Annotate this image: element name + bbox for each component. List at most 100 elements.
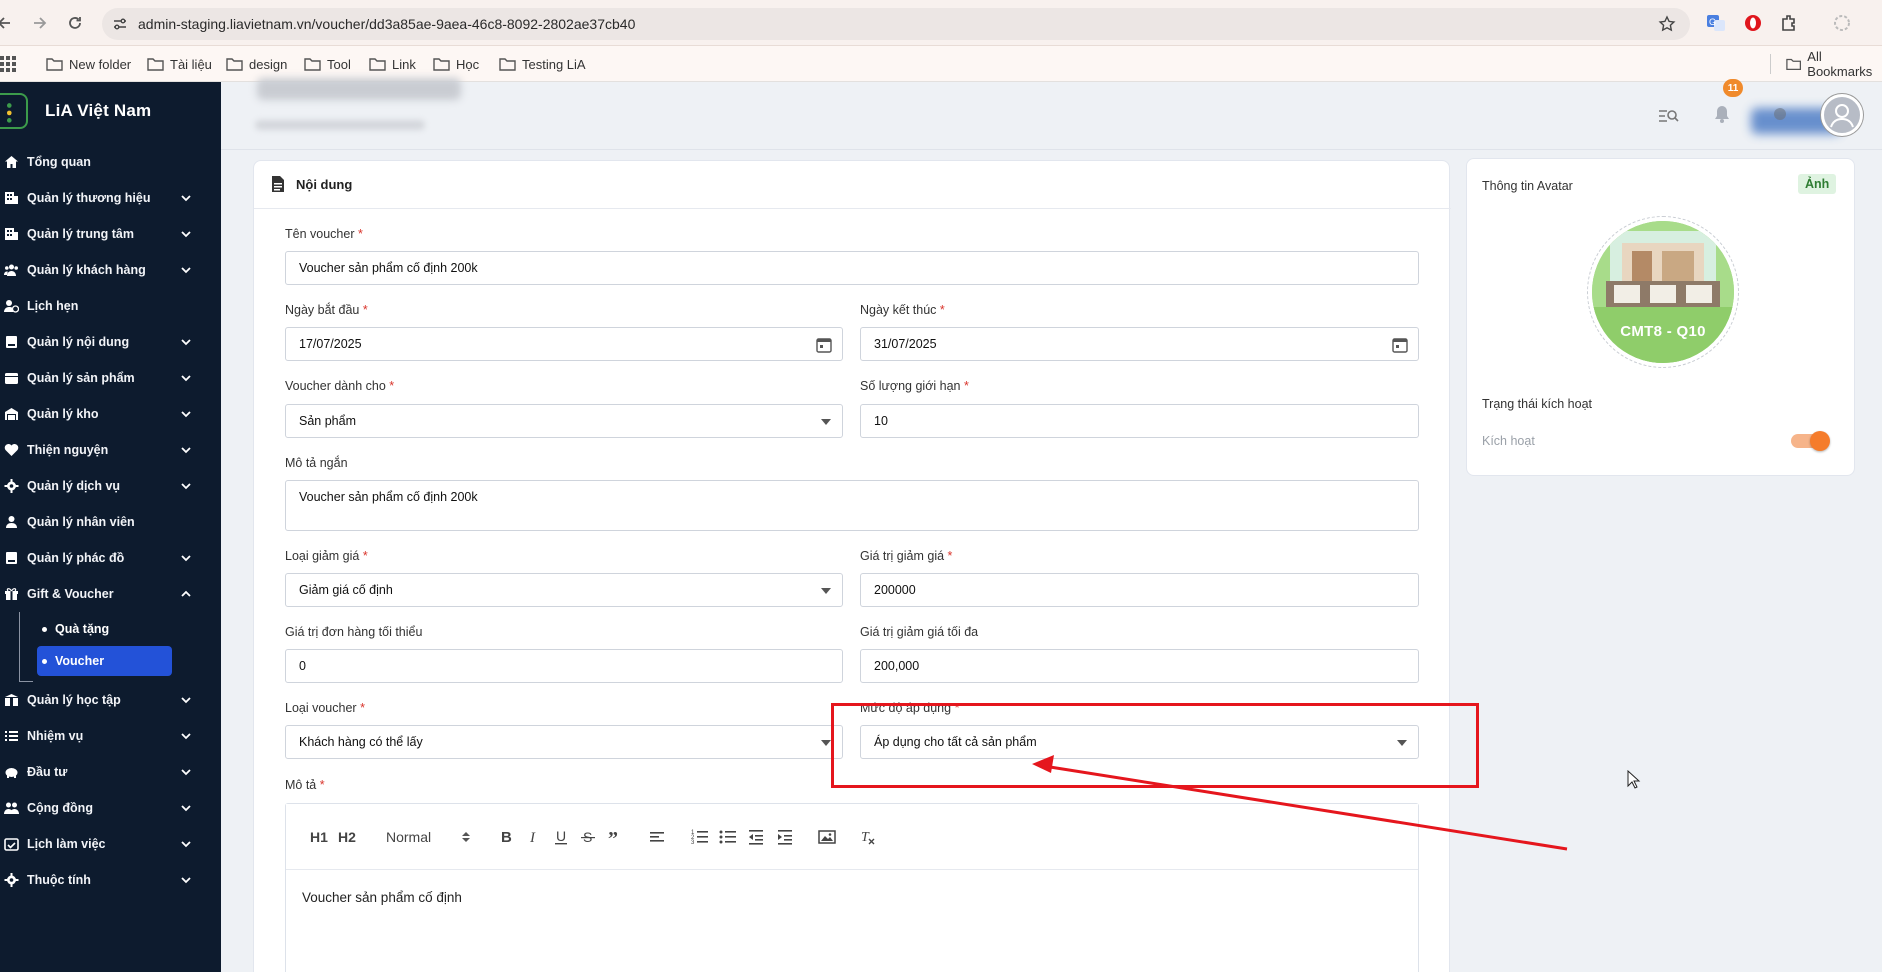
start-date-input[interactable]: 17/07/2025 [285, 327, 843, 361]
bookmark-folder[interactable]: Tool [304, 46, 351, 82]
bookmark-folder[interactable]: Link [369, 46, 416, 82]
heading2-button[interactable]: H2 [338, 826, 356, 848]
target-select[interactable]: Sản phẩm [285, 404, 843, 438]
chevron-down-icon [181, 195, 191, 202]
sidebar-item-san-pham[interactable]: Quản lý sản phẩm [0, 360, 221, 396]
address-bar[interactable]: admin-staging.liavietnam.vn/voucher/dd3a… [102, 8, 1690, 40]
updown-caret-icon [462, 832, 470, 842]
limit-input[interactable]: 10 [860, 404, 1419, 438]
sidebar-subitem-voucher[interactable]: Voucher [37, 646, 172, 676]
bookmark-label: Tài liệu [170, 56, 212, 72]
short-desc-label: Mô tả ngắn [285, 456, 348, 470]
end-date-input[interactable]: 31/07/2025 [860, 327, 1419, 361]
underline-button[interactable]: U [552, 826, 570, 848]
sidebar-item-label: Thuộc tính [27, 873, 91, 887]
sidebar-item-dich-vu[interactable]: Quản lý dịch vụ [0, 468, 221, 504]
sidebar-item-nhiem-vu[interactable]: Nhiệm vụ [0, 718, 221, 754]
sidebar-item-hoc-tap[interactable]: Quản lý học tập [0, 682, 221, 718]
sidebar-item-cong-dong[interactable]: Cộng đồng [0, 790, 221, 826]
label-text: Giá trị đơn hàng tối thiểu [285, 625, 423, 639]
bookmark-folder[interactable]: Tài liệu [147, 46, 212, 82]
book-icon [6, 552, 17, 564]
sidebar-item-lich-hen[interactable]: Lịch hẹn [0, 288, 221, 324]
voucher-name-input[interactable]: Voucher sản phẩm cố định 200k [285, 251, 1419, 285]
bookmark-star-icon[interactable] [1658, 15, 1676, 33]
clear-format-button[interactable]: T [859, 826, 877, 848]
sidebar-item-thuoc-tinh[interactable]: Thuộc tính [0, 862, 221, 898]
sidebar-item-trung-tam[interactable]: Quản lý trung tâm [0, 216, 221, 252]
user-avatar[interactable] [1821, 94, 1863, 136]
bold-icon: B [501, 829, 512, 846]
sidebar-item-gift-voucher[interactable]: Gift & Voucher [0, 576, 221, 612]
calendar-icon[interactable] [816, 337, 832, 353]
max-discount-input[interactable]: 200,000 [860, 649, 1419, 683]
bold-button[interactable]: B [497, 826, 515, 848]
font-size-select[interactable]: Normal [386, 826, 472, 848]
sidebar-item-nhan-vien[interactable]: Quản lý nhân viên [0, 504, 221, 540]
folder-icon [226, 58, 243, 71]
clear-format-icon: T [861, 830, 875, 845]
sidebar-subitem-label: Voucher [55, 654, 105, 668]
bookmark-folder[interactable]: Học [433, 46, 479, 82]
sidebar-item-tong-quan[interactable]: Tổng quan [0, 144, 221, 180]
outdent-icon [749, 830, 763, 845]
search-list-icon[interactable] [1657, 106, 1679, 126]
quote-icon: ” [608, 828, 618, 846]
active-toggle[interactable] [1791, 431, 1830, 451]
translate-icon[interactable]: G [1706, 13, 1726, 33]
italic-button[interactable]: I [525, 826, 543, 848]
apps-grid-icon[interactable] [0, 56, 16, 72]
caret-down-icon [821, 588, 831, 594]
indent-button[interactable] [776, 826, 794, 848]
discount-value-input[interactable]: 200000 [860, 573, 1419, 607]
heading1-button[interactable]: H1 [310, 826, 328, 848]
name-label: Tên voucher * [285, 227, 363, 241]
outdent-button[interactable] [747, 826, 765, 848]
editor-content[interactable]: Voucher sản phẩm cố định [302, 890, 462, 905]
min-order-input[interactable]: 0 [285, 649, 843, 683]
sidebar-item-noi-dung[interactable]: Quản lý nội dung [0, 324, 221, 360]
bookmark-folder[interactable]: New folder [46, 46, 131, 82]
calendar-icon[interactable] [1392, 337, 1408, 353]
sidebar-item-thien-nguyen[interactable]: Thiện nguyện [0, 432, 221, 468]
chevron-down-icon [181, 733, 191, 740]
bell-icon[interactable] [1711, 104, 1733, 124]
bullet-list-button[interactable] [719, 826, 737, 848]
image-button[interactable] [818, 826, 836, 848]
align-button[interactable] [648, 826, 666, 848]
discount-type-select[interactable]: Giảm giá cố định [285, 573, 843, 607]
sidebar-subitem-qua-tang[interactable]: Quà tặng [37, 614, 172, 644]
bookmark-folder[interactable]: Testing LiA [499, 46, 586, 82]
sidebar-item-thuong-hieu[interactable]: Quản lý thương hiệu [0, 180, 221, 216]
short-desc-textarea[interactable]: Voucher sản phẩm cố định 200k [285, 480, 1419, 531]
voucher-type-label: Loại voucher * [285, 701, 365, 715]
settings-icon[interactable] [1769, 104, 1791, 124]
ordered-list-button[interactable]: 123 [691, 826, 709, 848]
back-icon[interactable] [0, 14, 14, 32]
extensions-icon[interactable] [1779, 13, 1799, 33]
book-icon [6, 336, 17, 348]
forward-icon[interactable] [30, 14, 48, 32]
sidebar-item-dau-tu[interactable]: Đầu tư [0, 754, 221, 790]
all-bookmarks[interactable]: All Bookmarks [1786, 46, 1882, 82]
site-settings-icon[interactable] [112, 16, 128, 32]
bookmark-folder[interactable]: design [226, 46, 287, 82]
sidebar-item-phac-do[interactable]: Quản lý phác đồ [0, 540, 221, 576]
strike-button[interactable]: S [579, 826, 597, 848]
required-mark: * [362, 303, 368, 317]
quote-button[interactable]: ” [606, 826, 624, 848]
profile-loading-icon[interactable] [1832, 13, 1852, 33]
sidebar-item-kho[interactable]: Quản lý kho [0, 396, 221, 432]
home-icon [5, 156, 18, 168]
indent-icon [778, 830, 792, 845]
sidebar-item-khach-hang[interactable]: Quản lý khách hàng [0, 252, 221, 288]
sidebar-item-lich-lam-viec[interactable]: Lịch làm việc [0, 826, 221, 862]
sidebar-item-label: Quản lý nhân viên [27, 515, 135, 529]
voucher-type-select[interactable]: Khách hàng có thể lấy [285, 725, 843, 759]
avatar-image-frame[interactable]: CMT8 - Q10 [1587, 216, 1739, 368]
opera-extension-icon[interactable] [1743, 13, 1763, 33]
limit-label: Số lượng giới hạn * [860, 379, 969, 393]
heart-icon [4, 444, 19, 456]
document-icon [272, 176, 284, 192]
reload-icon[interactable] [66, 14, 84, 32]
